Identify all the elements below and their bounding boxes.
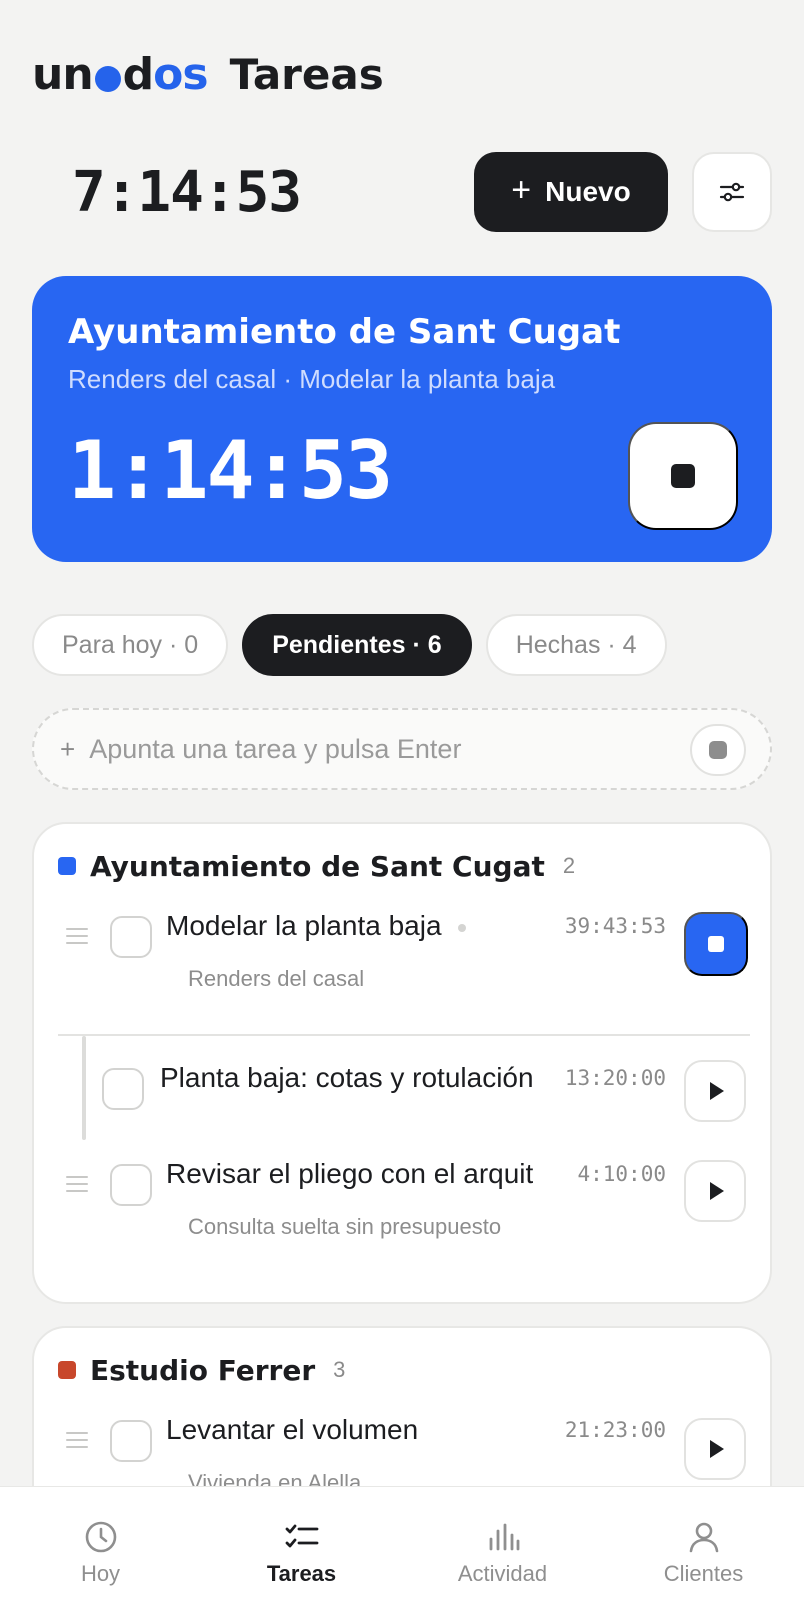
drag-handle-icon[interactable] <box>66 1176 88 1197</box>
plus-icon: + <box>60 733 76 764</box>
active-task-subtitle: Renders del casal · Modelar la planta ba… <box>68 364 556 394</box>
group-header[interactable]: Estudio Ferrer 3 <box>58 1348 345 1392</box>
task-time: 13:20:00 <box>564 1066 666 1090</box>
quick-add-bar: + <box>32 708 772 790</box>
sliders-icon <box>719 182 745 202</box>
nav-label: Tareas <box>266 1561 337 1586</box>
play-task-button[interactable] <box>684 1418 746 1480</box>
task-row: Revisar el pliego con el arquit Consulta… <box>34 1138 770 1258</box>
task-title: Planta baja: cotas y rotulación <box>160 1062 534 1093</box>
logo-text-middle: d <box>122 48 154 100</box>
tab-hechas[interactable]: Hechas · 4 <box>485 614 667 676</box>
group-count: 2 <box>562 853 576 878</box>
play-icon <box>710 1440 724 1458</box>
nav-item-clientes[interactable]: Clientes <box>603 1487 804 1624</box>
task-checkbox[interactable] <box>110 916 152 958</box>
nav-label: Clientes <box>663 1561 744 1586</box>
drag-handle-icon[interactable] <box>66 1432 88 1453</box>
stop-timer-button[interactable] <box>628 422 738 530</box>
checklist-icon <box>285 1524 318 1548</box>
tab-para-hoy[interactable]: Para hoy · 0 <box>32 614 229 676</box>
person-icon <box>689 1522 718 1553</box>
tab-pendientes[interactable]: Pendientes · 6 <box>242 614 472 676</box>
current-time-clock: 7:14:53 <box>72 160 302 225</box>
play-task-button[interactable] <box>684 1160 746 1222</box>
nav-item-tareas[interactable]: Tareas <box>201 1487 402 1624</box>
play-icon <box>710 1082 724 1100</box>
running-indicator-icon <box>457 923 466 932</box>
play-icon <box>710 1182 724 1200</box>
active-client-name: Ayuntamiento de Sant Cugat <box>68 312 621 352</box>
client-group-sant-cugat: Ayuntamiento de Sant Cugat 2 Modelar la … <box>32 822 772 1304</box>
play-task-button[interactable] <box>684 1060 746 1122</box>
client-color-swatch <box>58 857 76 875</box>
brand: un d os Tareas <box>32 44 384 104</box>
task-filter-tabs: Para hoy · 0 Pendientes · 6 Hechas · 4 <box>32 614 667 676</box>
nav-label: Actividad <box>457 1561 548 1586</box>
nav-item-hoy[interactable]: Hoy <box>0 1487 201 1624</box>
page-title: Tareas <box>229 49 384 99</box>
task-row: Modelar la planta baja Renders del casal… <box>34 886 770 1006</box>
group-header[interactable]: Ayuntamiento de Sant Cugat 2 <box>58 844 575 888</box>
logo-text-end: os <box>153 48 208 100</box>
stop-task-button[interactable] <box>684 912 748 976</box>
task-checkbox[interactable] <box>102 1068 144 1110</box>
record-button[interactable] <box>690 724 746 776</box>
unodos-logo: un d os <box>32 48 209 100</box>
clock-icon <box>85 1521 116 1553</box>
task-title: Levantar el volumen <box>166 1414 419 1445</box>
task-time: 21:23:00 <box>564 1418 666 1442</box>
app-root: un d os Tareas 7:14:53 + Nuevo Ayuntamie… <box>0 0 804 1624</box>
active-timer-card: Ayuntamiento de Sant Cugat Renders del c… <box>32 276 772 562</box>
new-task-button[interactable]: + Nuevo <box>474 152 668 232</box>
group-name: Estudio Ferrer <box>90 1353 316 1387</box>
task-title: Revisar el pliego con el arquit <box>166 1158 534 1189</box>
task-checkbox[interactable] <box>110 1420 152 1462</box>
task-title: Modelar la planta baja <box>166 910 466 942</box>
bottom-navigation: Hoy Tareas Actividad Clientes <box>0 1486 804 1624</box>
nav-label: Hoy <box>80 1561 121 1586</box>
record-icon <box>709 741 727 759</box>
stop-icon <box>708 936 724 952</box>
bar-chart-icon <box>489 1523 519 1551</box>
logo-text-start: un <box>32 48 94 100</box>
task-time: 4:10:00 <box>577 1162 666 1186</box>
task-checkbox[interactable] <box>110 1164 152 1206</box>
drag-handle-icon[interactable] <box>66 928 88 949</box>
client-color-swatch <box>58 1361 76 1379</box>
filter-button[interactable] <box>692 152 772 232</box>
task-subtitle: Renders del casal <box>188 966 365 991</box>
stop-icon <box>671 464 695 488</box>
new-button-label: Nuevo <box>545 176 631 207</box>
plus-icon: + <box>511 171 532 209</box>
task-subtitle: Consulta suelta sin presupuesto <box>188 1214 502 1239</box>
task-title-text: Modelar la planta baja <box>166 910 442 941</box>
active-elapsed-time: 1:14:53 <box>68 424 393 517</box>
task-time: 39:43:53 <box>564 914 666 938</box>
quick-add-input[interactable] <box>89 733 650 765</box>
subtask-row: Planta baja: cotas y rotulación 13:20:00 <box>34 1036 770 1140</box>
logo-dot <box>94 66 121 92</box>
nav-item-actividad[interactable]: Actividad <box>402 1487 603 1624</box>
group-name: Ayuntamiento de Sant Cugat <box>90 849 545 883</box>
group-count: 3 <box>333 1357 346 1382</box>
